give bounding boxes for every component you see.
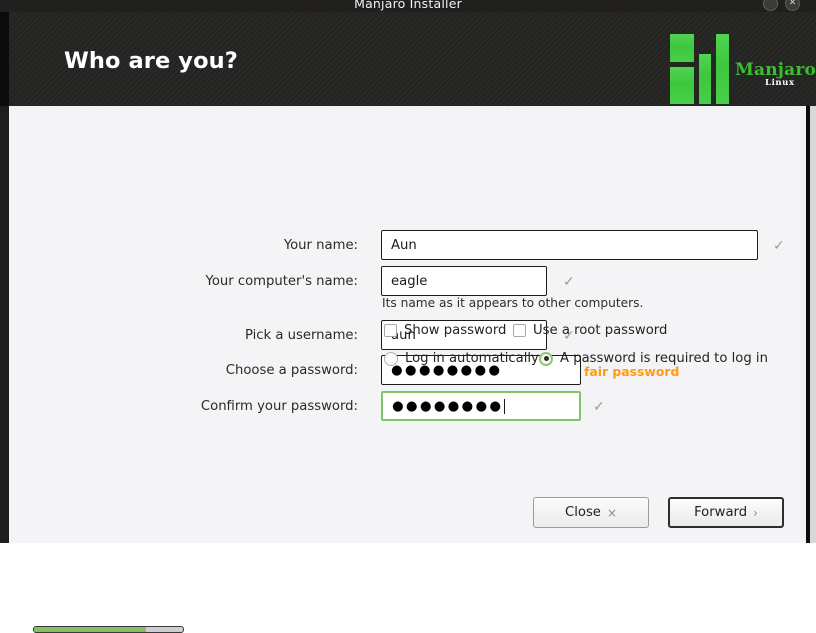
installer-window: Manjaro Installer ˅ ✕ Who are you? Manja… [0, 0, 816, 633]
password-required-radio[interactable]: A password is required to log in [539, 351, 768, 366]
label-your-name: Your name: [283, 238, 358, 253]
install-progress-bar [33, 626, 184, 633]
chevron-right-icon: › [753, 505, 758, 520]
checkbox-icon [384, 324, 397, 337]
log-in-automatically-radio[interactable]: Log in automatically [384, 351, 539, 366]
manjaro-logo: Manjaro Linux [669, 33, 816, 105]
label-username: Pick a username: [244, 328, 358, 343]
window-title: Manjaro Installer [354, 0, 462, 11]
radio-icon [384, 351, 398, 366]
computer-name-valid-checkmark-icon: ✓ [563, 274, 575, 290]
forward-button-label: Forward [694, 505, 748, 520]
page-title: Who are you? [64, 48, 238, 74]
use-root-password-label: Use a root password [533, 323, 668, 338]
computer-name-input[interactable] [381, 266, 547, 296]
confirm-password-input[interactable]: ●●●●●●●● [381, 391, 581, 421]
label-confirm-password: Confirm your password: [200, 399, 358, 414]
checkbox-icon [513, 324, 526, 337]
your-name-input[interactable] [381, 230, 758, 260]
use-root-password-checkbox[interactable]: Use a root password [513, 323, 667, 338]
close-button-label: Close [565, 505, 601, 520]
log-in-automatically-label: Log in automatically [405, 351, 539, 366]
label-password: Choose a password: [225, 363, 358, 378]
your-name-valid-checkmark-icon: ✓ [773, 238, 785, 254]
header-banner: Who are you? Manjaro Linux [0, 12, 816, 106]
confirm-password-masked-value: ●●●●●●●● [392, 398, 504, 414]
text-caret [504, 398, 506, 414]
show-password-label: Show password [404, 323, 507, 338]
logo-bars-icon [669, 33, 730, 105]
main-content: Your name: ✓ Your computer's name: ✓ Its… [9, 106, 806, 633]
close-icon: × [606, 505, 617, 520]
header-left-gutter [0, 12, 9, 106]
label-computer-name: Your computer's name: [205, 274, 358, 289]
logo-subtitle: Linux [765, 78, 795, 88]
logo-wordmark: Manjaro [735, 60, 816, 80]
password-strength-label: fair password [584, 364, 680, 379]
body-left-gutter [0, 106, 9, 543]
install-progress-fill [34, 627, 146, 632]
password-required-label: A password is required to log in [560, 351, 768, 366]
show-password-checkbox[interactable]: Show password [384, 323, 506, 338]
confirm-password-valid-checkmark-icon: ✓ [593, 399, 605, 415]
computer-name-hint: Its name as it appears to other computer… [382, 296, 644, 310]
title-bar[interactable]: Manjaro Installer ˅ ✕ [0, 0, 816, 12]
window-right-strip [810, 106, 816, 543]
forward-button[interactable]: Forward › [668, 497, 784, 528]
radio-selected-icon [539, 351, 553, 366]
close-button[interactable]: Close × [533, 497, 649, 528]
